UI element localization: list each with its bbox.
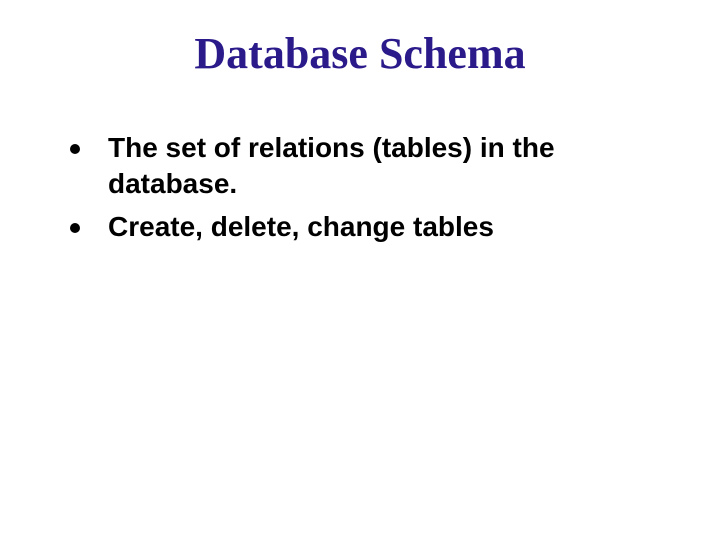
slide-title: Database Schema [0, 28, 720, 79]
bullet-text: Create, delete, change tables [108, 209, 494, 245]
slide-content: The set of relations (tables) in the dat… [70, 130, 670, 251]
bullet-text: The set of relations (tables) in the dat… [108, 130, 670, 203]
bullet-item: The set of relations (tables) in the dat… [70, 130, 670, 203]
bullet-item: Create, delete, change tables [70, 209, 670, 245]
slide: Database Schema The set of relations (ta… [0, 0, 720, 540]
bullet-icon [70, 144, 80, 154]
bullet-icon [70, 223, 80, 233]
